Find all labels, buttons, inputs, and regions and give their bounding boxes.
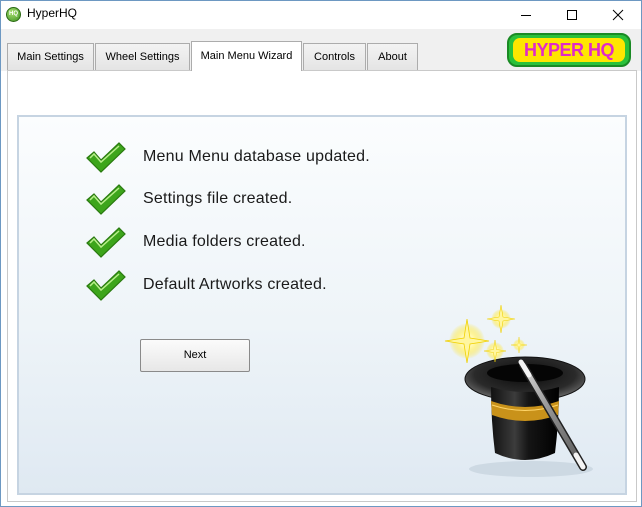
checkmark-icon (86, 142, 126, 173)
maximize-icon (567, 10, 577, 20)
tab-wheel-settings[interactable]: Wheel Settings (95, 43, 190, 70)
tab-controls[interactable]: Controls (303, 43, 366, 70)
tab-main-settings[interactable]: Main Settings (7, 43, 94, 70)
hyperhq-window: HQ HyperHQ Main Settings Wheel Settings … (0, 0, 642, 507)
status-text-database: Menu Menu database updated. (143, 148, 370, 165)
title-bar[interactable]: HQ HyperHQ (1, 1, 641, 29)
status-text-settings: Settings file created. (143, 190, 293, 207)
minimize-button[interactable] (503, 1, 549, 29)
magic-hat-wand-icon (444, 304, 593, 477)
tab-main-menu-wizard[interactable]: Main Menu Wizard (191, 41, 302, 71)
hyperhq-logo: HYPER HQ (507, 33, 631, 67)
checkmark-icon (86, 227, 126, 258)
hyperhq-app-icon: HQ (6, 7, 21, 22)
checkmark-icon (86, 270, 126, 301)
status-text-media: Media folders created. (143, 233, 306, 250)
status-text-artworks: Default Artworks created. (143, 276, 327, 293)
close-button[interactable] (595, 1, 641, 29)
next-button[interactable]: Next (140, 339, 250, 372)
logo-text: HYPER HQ (513, 38, 625, 62)
checkmark-icon (86, 184, 126, 215)
minimize-icon (521, 15, 531, 16)
tab-about[interactable]: About (367, 43, 418, 70)
window-title: HyperHQ (27, 6, 78, 20)
maximize-button[interactable] (549, 1, 595, 29)
close-icon (612, 9, 624, 21)
